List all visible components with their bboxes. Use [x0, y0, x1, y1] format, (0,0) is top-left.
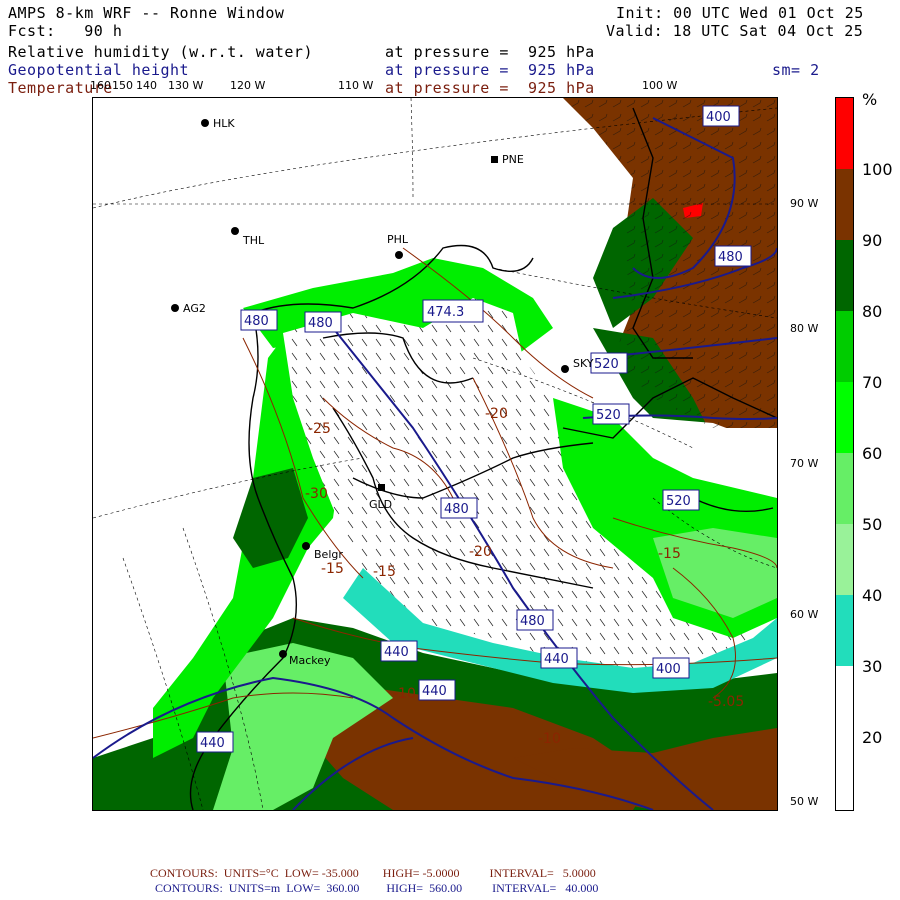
- rh-field-label: Relative humidity (w.r.t. water): [8, 43, 313, 61]
- colorbar-label: 90: [862, 231, 883, 250]
- station-dot: [171, 304, 179, 312]
- height-label: 440: [544, 652, 569, 667]
- colorbar-label: 80: [862, 302, 883, 321]
- colorbar-label: 20: [862, 728, 883, 747]
- lon-label-150: 150: [112, 79, 133, 92]
- lat-label-60: 60 W: [790, 608, 819, 621]
- station-label: SKY: [573, 357, 594, 370]
- height-label: 480: [244, 314, 269, 329]
- station-dot: [561, 365, 569, 373]
- init-time: Init: 00 UTC Wed 01 Oct 25: [616, 4, 864, 22]
- colorbar-bin-20-30: [836, 595, 853, 666]
- station-label: Belgr: [314, 548, 343, 561]
- height-label: 480: [718, 250, 743, 265]
- lat-label-90: 90 W: [790, 197, 819, 210]
- lat-label-80: 80 W: [790, 322, 819, 335]
- colorbar-bin-80-90: [836, 169, 853, 240]
- lat-label-50: 50 W: [790, 795, 819, 808]
- height-label: 440: [384, 645, 409, 660]
- colorbar-label: 40: [862, 586, 883, 605]
- station-dot: [231, 227, 239, 235]
- station-label: Mackey: [289, 654, 331, 667]
- colorbar-label: 30: [862, 657, 883, 676]
- height-contour-legend: CONTOURS: UNITS=m LOW= 360.00 HIGH= 560.…: [155, 881, 599, 895]
- station-dot: [378, 484, 385, 491]
- height-label: 400: [706, 110, 731, 125]
- temp-label: -20: [469, 544, 492, 560]
- station-dot: [491, 156, 498, 163]
- map-panel: 480 480 474.3 520 520 520 480 480 440 44…: [92, 97, 778, 811]
- colorbar-bin-90-100: [836, 98, 853, 169]
- lon-label-100: 100 W: [642, 79, 678, 92]
- height-label: 400: [656, 662, 681, 677]
- temp-contour-legend: CONTOURS: UNITS=°C LOW= -35.000 HIGH= -5…: [150, 866, 596, 880]
- map-svg: 480 480 474.3 520 520 520 480 480 440 44…: [93, 98, 777, 810]
- forecast-hour: Fcst: 90 h: [8, 22, 123, 40]
- colorbar-bin-30-40: [836, 524, 853, 595]
- temp-label: -15: [658, 546, 681, 562]
- colorbar-label: 60: [862, 444, 883, 463]
- station-dot: [395, 251, 403, 259]
- colorbar-bin-10-20: [836, 666, 853, 810]
- humidity-colorbar: [835, 97, 854, 811]
- lon-label-120: 120 W: [230, 79, 266, 92]
- colorbar-label: 50: [862, 515, 883, 534]
- valid-time: Valid: 18 UTC Sat 04 Oct 25: [606, 22, 864, 40]
- height-label: 480: [520, 614, 545, 629]
- lat-label-70: 70 W: [790, 457, 819, 470]
- smoothing-label: sm= 2: [772, 61, 820, 79]
- height-label: 520: [594, 357, 619, 372]
- rh-pressure-label: at pressure = 925 hPa: [385, 43, 595, 61]
- station-label: HLK: [213, 117, 235, 130]
- temp-label: -15: [373, 564, 396, 580]
- temp-label: -25: [308, 421, 331, 437]
- temp-pressure-label: at pressure = 925 hPa: [385, 79, 595, 97]
- gph-field-label: Geopotential height: [8, 61, 190, 79]
- height-label: 520: [596, 408, 621, 423]
- temp-label: -10: [538, 731, 561, 747]
- temp-label: -10: [393, 686, 416, 702]
- station-label: THL: [242, 234, 265, 247]
- lon-label-140: 140: [136, 79, 157, 92]
- station-label: PHL: [387, 233, 409, 246]
- lon-label-110: 110 W: [338, 79, 374, 92]
- lon-label-160: 160: [90, 79, 111, 92]
- height-label: 520: [666, 494, 691, 509]
- height-label: 480: [308, 316, 333, 331]
- colorbar-bin-70-80: [836, 240, 853, 311]
- station-dot: [302, 542, 310, 550]
- colorbar-label: 70: [862, 373, 883, 392]
- colorbar-bin-50-60: [836, 382, 853, 453]
- lon-label-130: 130 W: [168, 79, 204, 92]
- temp-label: -15: [321, 561, 344, 577]
- temp-label: -5.05: [708, 694, 744, 710]
- station-label: AG2: [183, 302, 206, 315]
- station-label: PNE: [502, 153, 524, 166]
- height-label: 480: [444, 502, 469, 517]
- temp-label: -30: [305, 486, 328, 502]
- colorbar-bin-40-50: [836, 453, 853, 524]
- model-title: AMPS 8-km WRF -- Ronne Window: [8, 4, 285, 22]
- station-dot: [201, 119, 209, 127]
- gph-pressure-label: at pressure = 925 hPa: [385, 61, 595, 79]
- height-label: 440: [422, 684, 447, 699]
- colorbar-label: 100: [862, 160, 893, 179]
- colorbar-bin-60-70: [836, 311, 853, 382]
- colorbar-unit: %: [862, 90, 878, 109]
- temp-label: -20: [485, 406, 508, 422]
- station-dot: [279, 650, 287, 658]
- height-label: 440: [200, 736, 225, 751]
- station-label: GLD: [369, 498, 392, 511]
- height-label: 474.3: [427, 305, 464, 320]
